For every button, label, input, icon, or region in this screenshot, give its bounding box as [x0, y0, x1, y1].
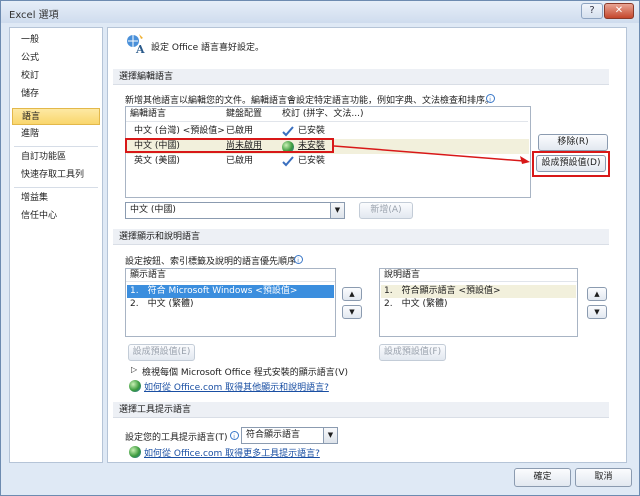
list-item[interactable]: 1. 符合顯示語言 <預設值>: [381, 285, 576, 298]
annotation-highlight-box: [125, 138, 334, 153]
tooltip-language-combo[interactable]: 符合顯示語言 ▼: [241, 427, 338, 444]
sidebar-divider: [14, 146, 98, 147]
move-up-button[interactable]: ▲: [587, 287, 607, 301]
row-proofing: 已安裝: [298, 126, 326, 136]
display-language-list[interactable]: 顯示語言 1. 符合 Microsoft Windows <預設值> 2. 中文…: [125, 268, 336, 337]
move-down-button[interactable]: ▼: [342, 305, 362, 319]
sidebar-item-add-ins[interactable]: 增益集: [12, 190, 100, 207]
tooltip-language-label: 設定您的工具提示語言(T): [125, 433, 228, 443]
checkmark-icon: [282, 126, 294, 137]
move-down-button[interactable]: ▼: [587, 305, 607, 319]
sidebar-item-language[interactable]: 語言: [12, 108, 100, 125]
window-title: Excel 選項: [9, 10, 59, 21]
sidebar-item-save[interactable]: 儲存: [12, 86, 100, 103]
list-item[interactable]: 1. 符合 Microsoft Windows <預設值>: [127, 285, 334, 298]
annotation-arrow: [334, 145, 530, 164]
list-item[interactable]: 2. 中文 (繁體): [381, 298, 576, 311]
combo-value: 中文 (中國): [130, 205, 176, 215]
row-keyboard: 已啟用: [226, 126, 254, 136]
sidebar-item-formulas[interactable]: 公式: [12, 50, 100, 67]
display-list-title: 顯示語言: [126, 269, 335, 282]
globe-icon: [129, 380, 141, 392]
editing-description: 新增其他語言以編輯您的文件。編輯語言會設定特定語言功能，例如字典、文法檢查和排序…: [125, 96, 495, 106]
row-language: 中文 (台灣) <預設值>: [134, 126, 225, 136]
row-proofing: 已安裝: [298, 156, 326, 166]
sidebar-item-customize-ribbon[interactable]: 自訂功能區: [12, 149, 100, 166]
sidebar-item-quick-access-toolbar[interactable]: 快速存取工具列: [12, 167, 100, 184]
chevron-down-icon[interactable]: ▼: [323, 428, 337, 443]
cancel-button[interactable]: 取消: [575, 468, 632, 487]
sidebar-item-general[interactable]: 一般: [12, 32, 100, 49]
title-bar: Excel 選項 ? ✕: [1, 1, 639, 23]
info-icon: i: [294, 255, 303, 264]
language-settings-icon: A: [127, 34, 145, 54]
info-icon: i: [230, 431, 239, 440]
help-list-title: 說明語言: [380, 269, 577, 282]
column-header-language: 編輯語言: [126, 107, 226, 122]
checkmark-icon: [282, 156, 294, 167]
svg-text:A: A: [135, 43, 145, 54]
options-dialog: Excel 選項 ? ✕ 一般 公式 校訂 儲存 語言 進階 自訂功能區 快速存…: [0, 0, 640, 496]
globe-icon: [129, 446, 141, 458]
sidebar: 一般 公式 校訂 儲存 語言 進階 自訂功能區 快速存取工具列 增益集 信任中心: [9, 27, 103, 463]
column-header-keyboard: 鍵盤配置: [222, 107, 278, 122]
add-language-combo[interactable]: 中文 (中國) ▼: [125, 202, 345, 219]
view-installed-languages[interactable]: 檢視每個 Microsoft Office 程式安裝的顯示語言(V): [142, 365, 348, 378]
sidebar-item-proofing[interactable]: 校訂: [12, 68, 100, 85]
set-default-display-button[interactable]: 設成預設值(E): [128, 344, 195, 361]
add-button[interactable]: 新增(A): [359, 202, 413, 219]
section-display-header: 選擇顯示和說明語言: [113, 229, 609, 245]
expand-icon[interactable]: ▷: [131, 365, 137, 374]
display-description: 設定按鈕、索引標籤及說明的語言優先順序: [125, 257, 297, 267]
section-editing-header: 選擇編輯語言: [113, 69, 609, 85]
chevron-down-icon[interactable]: ▼: [330, 203, 344, 218]
section-tooltip-header: 選擇工具提示語言: [113, 402, 609, 418]
annotation-highlight-box: [532, 151, 610, 177]
close-button[interactable]: ✕: [604, 3, 634, 19]
ok-button[interactable]: 確定: [514, 468, 571, 487]
set-default-help-button[interactable]: 設成預設值(F): [379, 344, 446, 361]
column-header-proofing: 校訂 (拼字、文法...): [278, 107, 528, 122]
move-up-button[interactable]: ▲: [342, 287, 362, 301]
table-row[interactable]: 中文 (台灣) <預設值> 已啟用 已安裝: [127, 124, 529, 139]
get-tooltip-languages-link[interactable]: 如何從 Office.com 取得更多工具提示語言?: [144, 446, 320, 459]
combo-value: 符合顯示語言: [246, 430, 301, 440]
info-icon: i: [486, 94, 495, 103]
page-header: 設定 Office 語言喜好設定。: [151, 43, 264, 53]
sidebar-item-trust-center[interactable]: 信任中心: [12, 208, 100, 225]
row-language: 英文 (美國): [134, 156, 180, 166]
remove-button[interactable]: 移除(R): [538, 134, 608, 151]
get-display-languages-link[interactable]: 如何從 Office.com 取得其他顯示和說明語言?: [144, 380, 329, 393]
sidebar-divider: [14, 187, 98, 188]
list-item[interactable]: 2. 中文 (繁體): [127, 298, 334, 311]
row-keyboard: 已啟用: [226, 156, 254, 166]
sidebar-item-advanced[interactable]: 進階: [12, 126, 100, 143]
help-button[interactable]: ?: [581, 3, 603, 19]
help-language-list[interactable]: 說明語言 1. 符合顯示語言 <預設值> 2. 中文 (繁體): [379, 268, 578, 337]
